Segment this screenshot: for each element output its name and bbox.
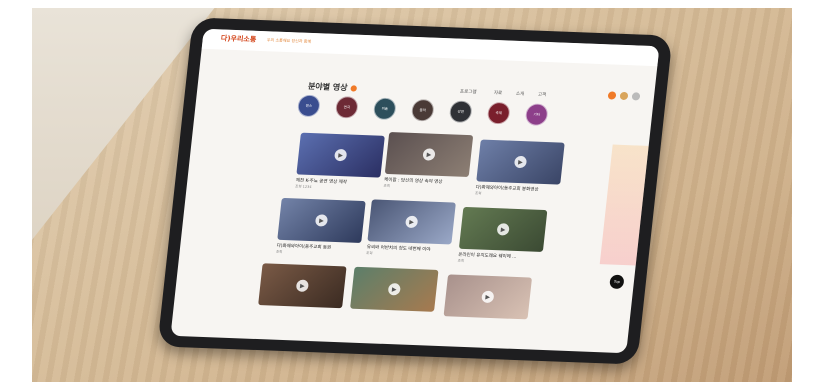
video-card[interactable]: ▶ — [350, 266, 439, 316]
play-icon[interactable]: ▶ — [295, 279, 310, 292]
video-card[interactable]: ▶ — [258, 263, 347, 312]
heading-dot-icon: ● — [347, 83, 358, 93]
video-card[interactable]: ▶ 유씨와 어반치의 청도 네번째 이야 조회 — [366, 199, 456, 259]
nav-item[interactable]: 소개 — [516, 91, 525, 97]
video-thumbnail[interactable]: ▶ — [384, 131, 474, 178]
play-icon[interactable]: ▶ — [404, 215, 419, 229]
tablet-device: 다)우리소통 우리 소통해요 당신과 함께 프로그램 자료 소개 고객 분야별 … — [157, 17, 673, 365]
category-list: 댄스 연극 미술 음악 강연 축제 기타 — [296, 94, 549, 126]
play-icon[interactable]: ▶ — [481, 290, 495, 304]
video-meta — [258, 309, 342, 312]
video-thumbnail[interactable]: ▶ — [458, 206, 548, 252]
decorative-shape — [599, 144, 653, 266]
video-thumbnail[interactable]: ▶ — [296, 132, 385, 178]
category-lecture[interactable]: 강연 — [448, 100, 473, 124]
video-card[interactable]: ▶ 다)화해와아이(동주교회 동원 조회 — [276, 197, 366, 258]
section-heading: 분야별 영상 ● — [307, 81, 358, 93]
video-title[interactable] — [350, 312, 434, 315]
tablet-screen: 다)우리소통 우리 소통해요 당신과 함께 프로그램 자료 소개 고객 분야별 … — [170, 28, 660, 354]
site-header: 다)우리소통 우리 소통해요 당신과 함께 — [201, 28, 660, 67]
video-card[interactable]: ▶ 온라인이 유지도래요 웨이에 ... 조회 — [457, 206, 548, 267]
nav-item[interactable]: 고객 — [538, 92, 547, 98]
site-logo[interactable]: 다)우리소통 — [220, 33, 256, 44]
video-card[interactable]: ▶ 다)화해와아이(동주교회 봉화영상 조회 — [475, 139, 565, 199]
nav-item[interactable]: 자료 — [494, 90, 503, 96]
nav-item[interactable]: 프로그램 — [460, 89, 477, 96]
video-card[interactable]: ▶ — [443, 274, 533, 323]
video-thumbnail[interactable]: ▶ — [277, 197, 366, 243]
video-thumbnail[interactable]: ▶ — [258, 263, 347, 309]
menu-icon[interactable] — [631, 92, 641, 101]
category-dance[interactable]: 댄스 — [296, 94, 322, 118]
video-card[interactable]: ▶ 제천 K-주뇨 공연 영상 제작 조회 1234 — [295, 132, 385, 193]
site-tagline: 우리 소통해요 당신과 함께 — [266, 37, 312, 44]
category-etc[interactable]: 기타 — [524, 103, 549, 126]
play-icon[interactable]: ▶ — [314, 214, 329, 227]
badge-icon[interactable] — [619, 91, 629, 101]
video-meta — [350, 313, 434, 316]
category-art[interactable]: 미술 — [372, 97, 397, 121]
video-card[interactable]: ▶ 케이팝 : 당신의 영상 속의 영상 조회 — [383, 131, 474, 192]
play-icon[interactable]: ▶ — [387, 283, 401, 296]
play-icon[interactable]: ▶ — [513, 155, 528, 169]
category-festival[interactable]: 축제 — [486, 101, 511, 125]
category-theater[interactable]: 연극 — [334, 95, 360, 119]
play-icon[interactable]: ▶ — [422, 148, 436, 161]
video-thumbnail[interactable]: ▶ — [476, 139, 565, 185]
video-title[interactable] — [443, 319, 527, 322]
play-icon[interactable]: ▶ — [333, 148, 348, 162]
video-thumbnail[interactable]: ▶ — [443, 274, 533, 320]
user-avatar-icon[interactable] — [607, 91, 617, 100]
header-icons — [607, 91, 641, 101]
scroll-top-button[interactable]: Top — [609, 274, 625, 290]
play-icon[interactable]: ▶ — [496, 223, 510, 236]
video-thumbnail[interactable]: ▶ — [350, 266, 439, 312]
video-thumbnail[interactable]: ▶ — [367, 199, 456, 245]
category-music[interactable]: 음악 — [410, 98, 435, 122]
video-meta — [443, 320, 527, 323]
video-title[interactable] — [258, 308, 342, 311]
